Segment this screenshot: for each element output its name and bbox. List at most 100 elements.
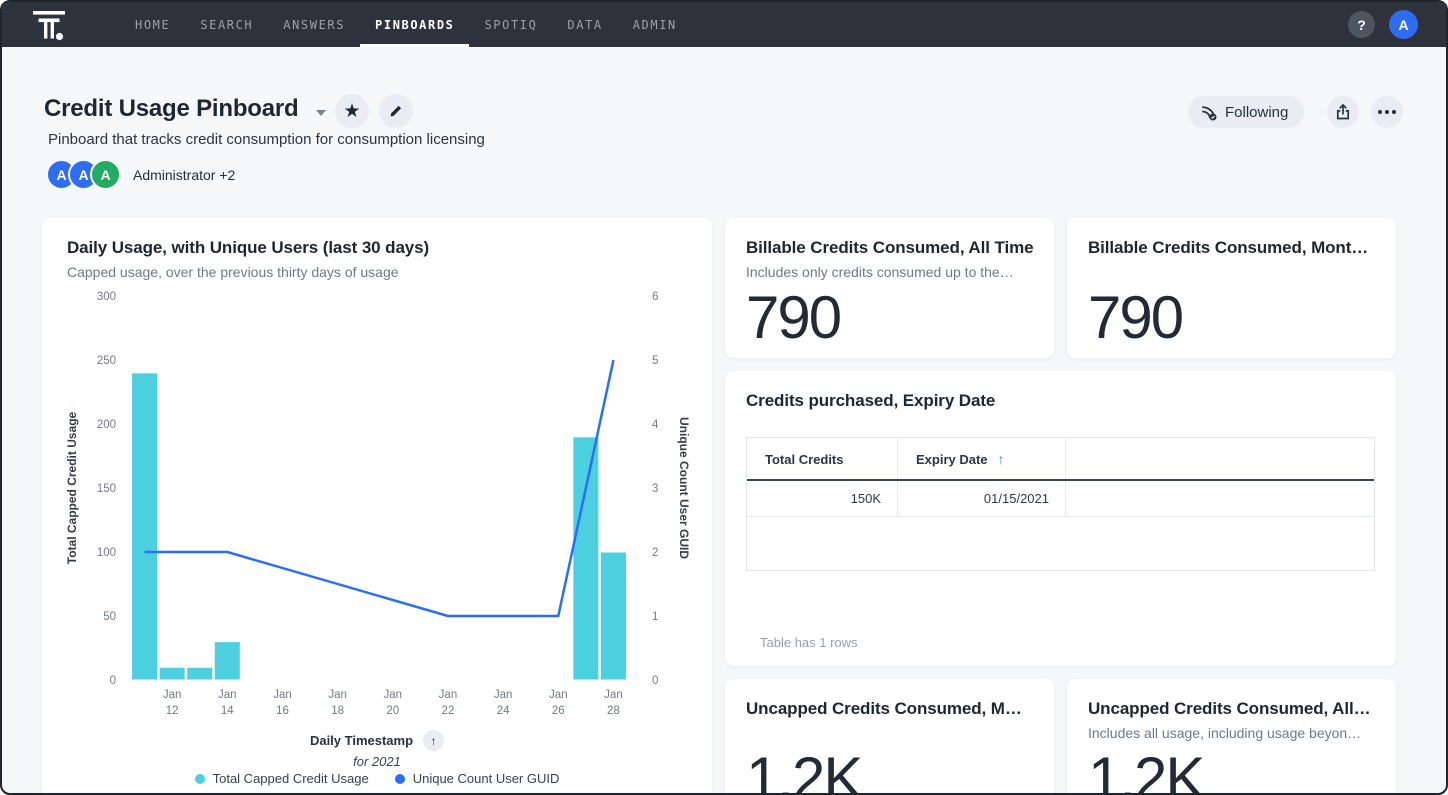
- axis-text: 300: [97, 291, 116, 303]
- x-axis-sort-button[interactable]: ↑: [423, 730, 444, 751]
- axis-text: 14: [221, 705, 234, 717]
- axis-text: 2: [652, 547, 658, 559]
- page-title: Credit Usage Pinboard: [44, 95, 299, 123]
- daily-usage-chart-card: Daily Usage, with Unique Users (last 30 …: [42, 218, 712, 795]
- axis-text: Jan: [604, 689, 623, 701]
- share-button[interactable]: [1327, 96, 1359, 128]
- viz-subtitle: Includes all usage, including usage beyo…: [1088, 725, 1375, 742]
- column-header-label: Total Credits: [765, 452, 844, 467]
- user-avatar[interactable]: A: [1389, 10, 1418, 39]
- nav-item-spotiq[interactable]: SPOTIQ: [469, 2, 552, 47]
- table-header-row: Total Credits Expiry Date ↑: [747, 438, 1374, 481]
- bar-jan-27[interactable]: [573, 437, 599, 680]
- table-row[interactable]: 150K 01/15/2021: [747, 481, 1374, 517]
- column-header-expiry-date[interactable]: Expiry Date ↑: [898, 438, 1066, 479]
- edit-pencil-button[interactable]: [379, 94, 413, 128]
- axis-text: 20: [386, 705, 399, 717]
- chart-legend: Total Capped Credit Usage Unique Count U…: [42, 771, 712, 786]
- nav-item-answers[interactable]: ANSWERS: [268, 2, 360, 47]
- viz-title-daily-usage[interactable]: Daily Usage, with Unique Users (last 30 …: [67, 238, 687, 258]
- sort-ascending-icon[interactable]: ↑: [998, 451, 1005, 467]
- kpi-card-billable-all-time: Billable Credits Consumed, All Time Incl…: [725, 218, 1054, 358]
- legend-label: Unique Count User GUID: [413, 771, 560, 786]
- ellipsis-icon: [1392, 110, 1396, 114]
- nav-item-home[interactable]: HOME: [120, 2, 185, 47]
- combo-chart-plot: 050100150200250300Total Capped Credit Us…: [60, 280, 692, 718]
- x-axis-label-row: Daily Timestamp ↑: [42, 730, 712, 751]
- axis-text: 1: [652, 611, 658, 623]
- thoughtspot-logo-icon[interactable]: [32, 2, 68, 47]
- ellipsis-icon: [1385, 110, 1389, 114]
- top-nav: HOME SEARCH ANSWERS PINBOARDS SPOTIQ DAT…: [2, 2, 1446, 47]
- viz-title[interactable]: Billable Credits Consumed, Mont…: [1088, 238, 1375, 258]
- kpi-value: 1.2K: [1088, 749, 1375, 795]
- nav-item-search[interactable]: SEARCH: [185, 2, 268, 47]
- viz-title[interactable]: Uncapped Credits Consumed, M…: [746, 699, 1033, 719]
- column-header-label: Expiry Date: [916, 452, 988, 467]
- table-row-count: Table has 1 rows: [760, 635, 858, 650]
- axis-text: Jan: [328, 689, 347, 701]
- axis-text: 12: [166, 705, 179, 717]
- axis-text: Jan: [218, 689, 237, 701]
- axis-text: Jan: [273, 689, 292, 701]
- kpi-card-billable-month: Billable Credits Consumed, Mont… 790: [1067, 218, 1396, 358]
- axis-text: 26: [552, 705, 565, 717]
- share-icon: [1334, 103, 1352, 121]
- axis-text: 6: [652, 291, 658, 303]
- cell-total-credits: 150K: [747, 481, 898, 516]
- bar-jan-12[interactable]: [159, 667, 185, 680]
- bar-jan-14[interactable]: [214, 642, 240, 680]
- help-button[interactable]: ?: [1348, 11, 1375, 38]
- nav-tabs: HOME SEARCH ANSWERS PINBOARDS SPOTIQ DAT…: [120, 2, 692, 47]
- cell-expiry-date: 01/15/2021: [898, 481, 1066, 516]
- legend-item-line-series[interactable]: Unique Count User GUID: [395, 771, 560, 786]
- viz-title-credits-purchased[interactable]: Credits purchased, Expiry Date: [746, 391, 1375, 411]
- axis-text: Jan: [163, 689, 182, 701]
- axis-text: Total Capped Credit Usage: [65, 411, 79, 564]
- axis-text: Jan: [549, 689, 568, 701]
- axis-text: 5: [652, 355, 658, 367]
- viz-subtitle: Includes only credits consumed up to the…: [746, 264, 1033, 281]
- nav-item-pinboards[interactable]: PINBOARDS: [360, 2, 469, 47]
- axis-text: 16: [276, 705, 289, 717]
- bar-jan-28[interactable]: [600, 552, 626, 680]
- bar-jan-11[interactable]: [132, 373, 158, 680]
- axis-text: Unique Count User GUID: [677, 417, 691, 559]
- following-button[interactable]: Following: [1188, 96, 1304, 128]
- x-axis-subtitle: for 2021: [42, 754, 712, 769]
- axis-text: Jan: [439, 689, 458, 701]
- nav-item-data[interactable]: DATA: [552, 2, 617, 47]
- viz-title[interactable]: Uncapped Credits Consumed, All…: [1088, 699, 1375, 719]
- page-subtitle: Pinboard that tracks credit consumption …: [48, 131, 485, 148]
- viz-title[interactable]: Billable Credits Consumed, All Time: [746, 238, 1033, 258]
- axis-text: 3: [652, 483, 658, 495]
- axis-text: 150: [97, 483, 116, 495]
- axis-text: 4: [652, 419, 659, 431]
- axis-text: 0: [652, 675, 658, 687]
- legend-dot-icon: [195, 774, 205, 784]
- kpi-value: 790: [746, 288, 1033, 348]
- cell-empty: [1066, 481, 1374, 516]
- axis-text: 18: [331, 705, 344, 717]
- axis-text: 200: [97, 419, 116, 431]
- axis-text: 28: [607, 705, 620, 717]
- axis-text: 0: [110, 675, 116, 687]
- nav-right: ? A: [1348, 2, 1446, 47]
- axis-text: 100: [97, 547, 116, 559]
- axis-text: 50: [103, 611, 116, 623]
- line-series[interactable]: [145, 360, 614, 616]
- authors-row: A A A Administrator +2: [46, 159, 235, 190]
- favorite-star-button[interactable]: ★: [335, 94, 369, 128]
- bar-jan-13[interactable]: [187, 667, 213, 680]
- chevron-down-icon[interactable]: [316, 110, 326, 116]
- legend-label: Total Capped Credit Usage: [213, 771, 369, 786]
- more-options-button[interactable]: [1371, 96, 1403, 128]
- column-header-total-credits[interactable]: Total Credits: [747, 438, 898, 479]
- axis-text: Jan: [384, 689, 403, 701]
- data-table: Total Credits Expiry Date ↑ 150K 01/15/2…: [746, 437, 1375, 571]
- viz-subtitle: [1088, 264, 1375, 281]
- nav-item-admin[interactable]: ADMIN: [618, 2, 692, 47]
- column-header-empty: [1066, 438, 1374, 479]
- legend-item-bar-series[interactable]: Total Capped Credit Usage: [195, 771, 369, 786]
- author-avatar[interactable]: A: [90, 159, 121, 190]
